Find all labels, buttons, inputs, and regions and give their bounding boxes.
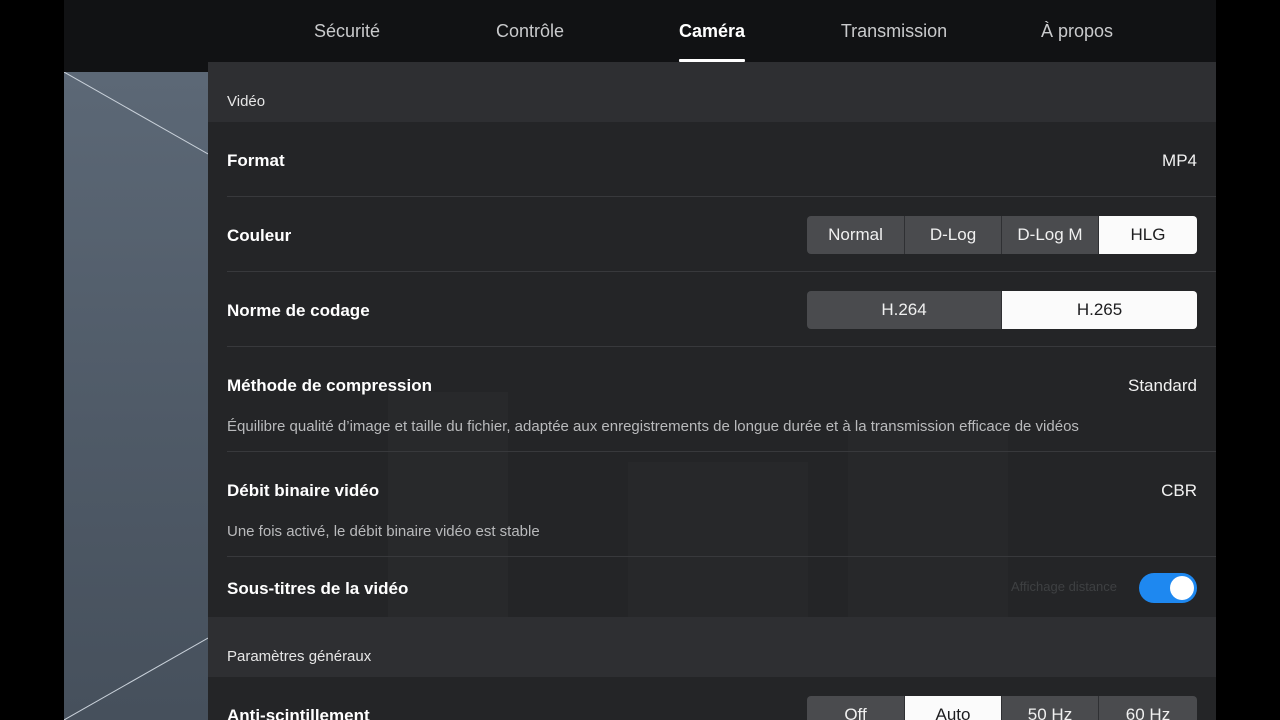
- format-value: MP4: [1162, 151, 1197, 170]
- tab-a-propos[interactable]: À propos: [1041, 0, 1113, 62]
- soustitres-label: Sous-titres de la vidéo: [227, 579, 409, 598]
- codage-segmented-control: H.264 H.265: [807, 291, 1197, 329]
- tab-camera[interactable]: Caméra: [678, 0, 746, 62]
- settings-panel: Vidéo Format MP4 Couleur Normal D-Log D-…: [208, 62, 1216, 720]
- setting-row-antiflicker: Anti-scintillement Off Auto 50 Hz 60 Hz: [227, 677, 1216, 720]
- section-header-video: Vidéo: [208, 62, 1216, 122]
- codage-option-h264[interactable]: H.264: [807, 291, 1001, 329]
- couleur-option-dlog[interactable]: D-Log: [904, 216, 1001, 254]
- setting-row-soustitres: Sous-titres de la vidéo Affichage distan…: [227, 557, 1216, 617]
- debit-description: Une fois activé, le débit binaire vidéo …: [227, 523, 540, 540]
- camera-preview-edge: [64, 72, 208, 720]
- codage-option-h265[interactable]: H.265: [1001, 291, 1197, 329]
- antiflicker-option-50hz[interactable]: 50 Hz: [1001, 696, 1098, 720]
- tab-securite[interactable]: Sécurité: [314, 0, 380, 62]
- setting-row-debit[interactable]: Débit binaire vidéo CBR Une fois activé,…: [227, 452, 1216, 557]
- couleur-option-dlogm[interactable]: D-Log M: [1001, 216, 1098, 254]
- format-label: Format: [227, 151, 285, 170]
- toggle-knob: [1170, 576, 1194, 600]
- antiflicker-option-60hz[interactable]: 60 Hz: [1098, 696, 1197, 720]
- section-header-general: Paramètres généraux: [208, 617, 1216, 677]
- antiflicker-label: Anti-scintillement: [227, 706, 370, 720]
- compression-label: Méthode de compression: [227, 376, 432, 395]
- camera-settings-screen: Sécurité Contrôle Caméra Transmission À …: [64, 0, 1216, 720]
- compression-description: Équilibre qualité d’image et taille du f…: [227, 418, 1079, 435]
- setting-row-codage: Norme de codage H.264 H.265: [227, 272, 1216, 347]
- antiflicker-option-off[interactable]: Off: [807, 696, 904, 720]
- settings-tabs: Sécurité Contrôle Caméra Transmission À …: [208, 0, 1216, 62]
- soustitres-toggle[interactable]: [1139, 573, 1197, 603]
- soustitres-hint: Affichage distance: [1011, 579, 1117, 594]
- compression-value: Standard: [1128, 376, 1197, 395]
- antiflicker-option-auto[interactable]: Auto: [904, 696, 1001, 720]
- couleur-label: Couleur: [227, 226, 292, 245]
- couleur-option-hlg[interactable]: HLG: [1098, 216, 1197, 254]
- setting-row-compression[interactable]: Méthode de compression Standard Équilibr…: [227, 347, 1216, 452]
- couleur-segmented-control: Normal D-Log D-Log M HLG: [807, 216, 1197, 254]
- debit-value: CBR: [1161, 481, 1197, 500]
- codage-label: Norme de codage: [227, 301, 370, 320]
- tab-transmission[interactable]: Transmission: [841, 0, 947, 62]
- couleur-option-normal[interactable]: Normal: [807, 216, 904, 254]
- debit-label: Débit binaire vidéo: [227, 481, 380, 500]
- setting-row-format[interactable]: Format MP4: [227, 122, 1216, 197]
- tab-controle[interactable]: Contrôle: [496, 0, 564, 62]
- setting-row-couleur: Couleur Normal D-Log D-Log M HLG: [227, 197, 1216, 272]
- antiflicker-segmented-control: Off Auto 50 Hz 60 Hz: [807, 696, 1197, 720]
